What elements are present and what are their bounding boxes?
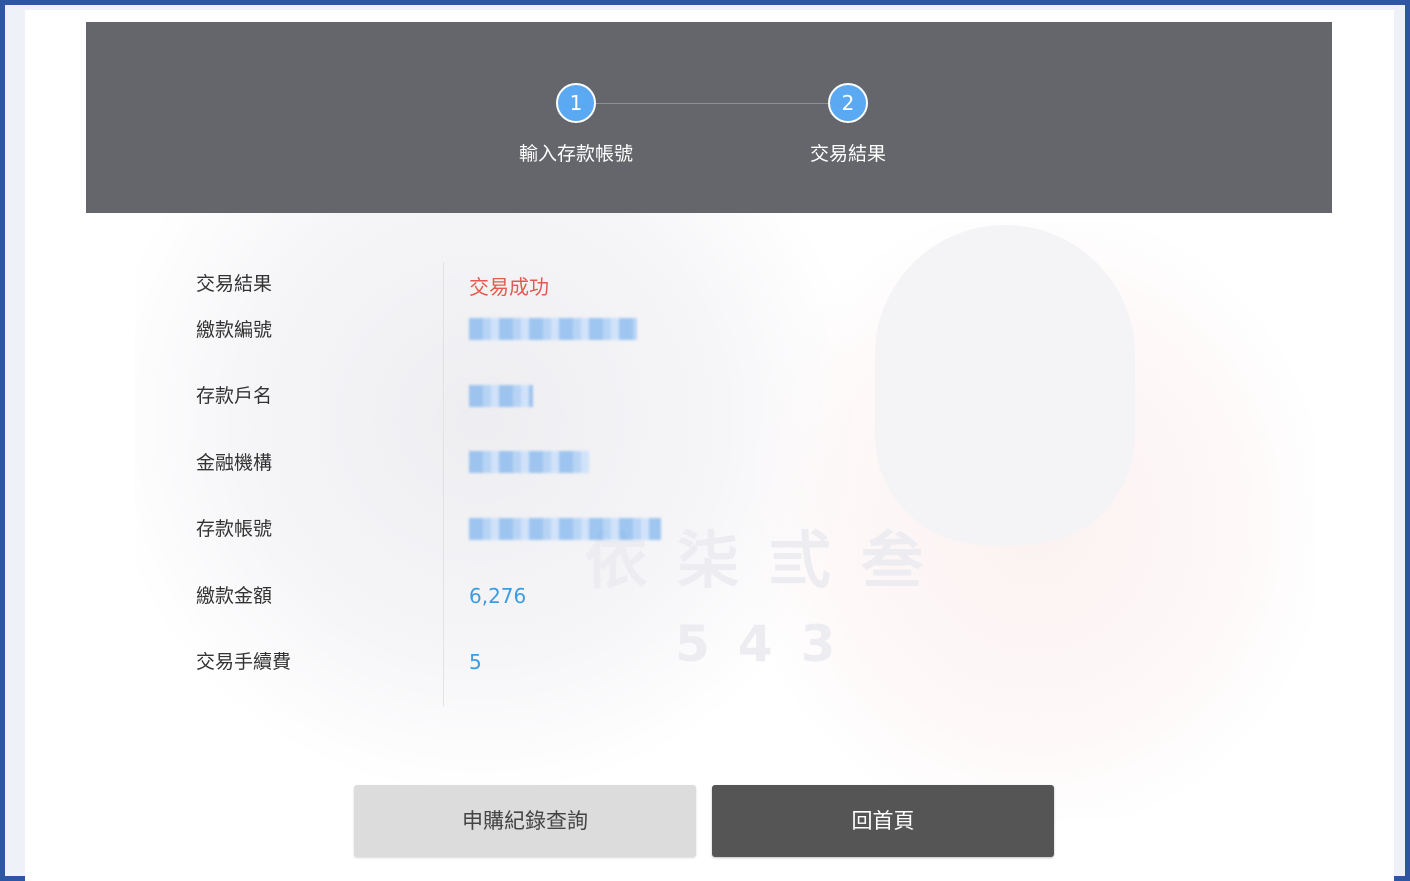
- home-button[interactable]: 回首頁: [712, 785, 1054, 857]
- watermark-illustration-head: [875, 225, 1135, 545]
- bank-label: 金融機構: [196, 452, 273, 474]
- account-name-label: 存款戶名: [196, 385, 273, 407]
- step-1: 1 輸入存款帳號: [486, 83, 666, 166]
- payment-no-value-redacted: [469, 318, 637, 340]
- fee-value: 5: [469, 650, 482, 674]
- payment-no-label: 繳款編號: [196, 319, 273, 341]
- fee-label: 交易手續費: [196, 651, 292, 673]
- step-header: 1 輸入存款帳號 2 交易結果: [86, 22, 1332, 213]
- step-2-circle: 2: [828, 83, 868, 123]
- step-2-label: 交易結果: [809, 143, 886, 165]
- purchase-history-button[interactable]: 申購紀錄查詢: [354, 785, 696, 857]
- column-divider: [443, 262, 444, 706]
- result-value: 交易成功: [469, 275, 549, 299]
- result-page: 依柒弎叁 543 1 輸入存款帳號 2 交易結果 交易結果 交易成功 繳款編號 …: [25, 10, 1394, 881]
- step-1-label: 輸入存款帳號: [518, 143, 633, 165]
- step-2: 2 交易結果: [758, 83, 938, 166]
- bank-value-redacted: [469, 451, 589, 473]
- step-1-circle: 1: [556, 83, 596, 123]
- account-name-value-redacted: [469, 385, 533, 407]
- account-no-value-redacted: [469, 518, 661, 540]
- result-label: 交易結果: [196, 273, 273, 295]
- account-no-label: 存款帳號: [196, 518, 273, 540]
- amount-value: 6,276: [469, 584, 527, 608]
- watermark-number: 543: [675, 615, 864, 673]
- amount-label: 繳款金額: [196, 585, 273, 607]
- screenshot-frame: 依柒弎叁 543 1 輸入存款帳號 2 交易結果 交易結果 交易成功 繳款編號 …: [0, 0, 1410, 881]
